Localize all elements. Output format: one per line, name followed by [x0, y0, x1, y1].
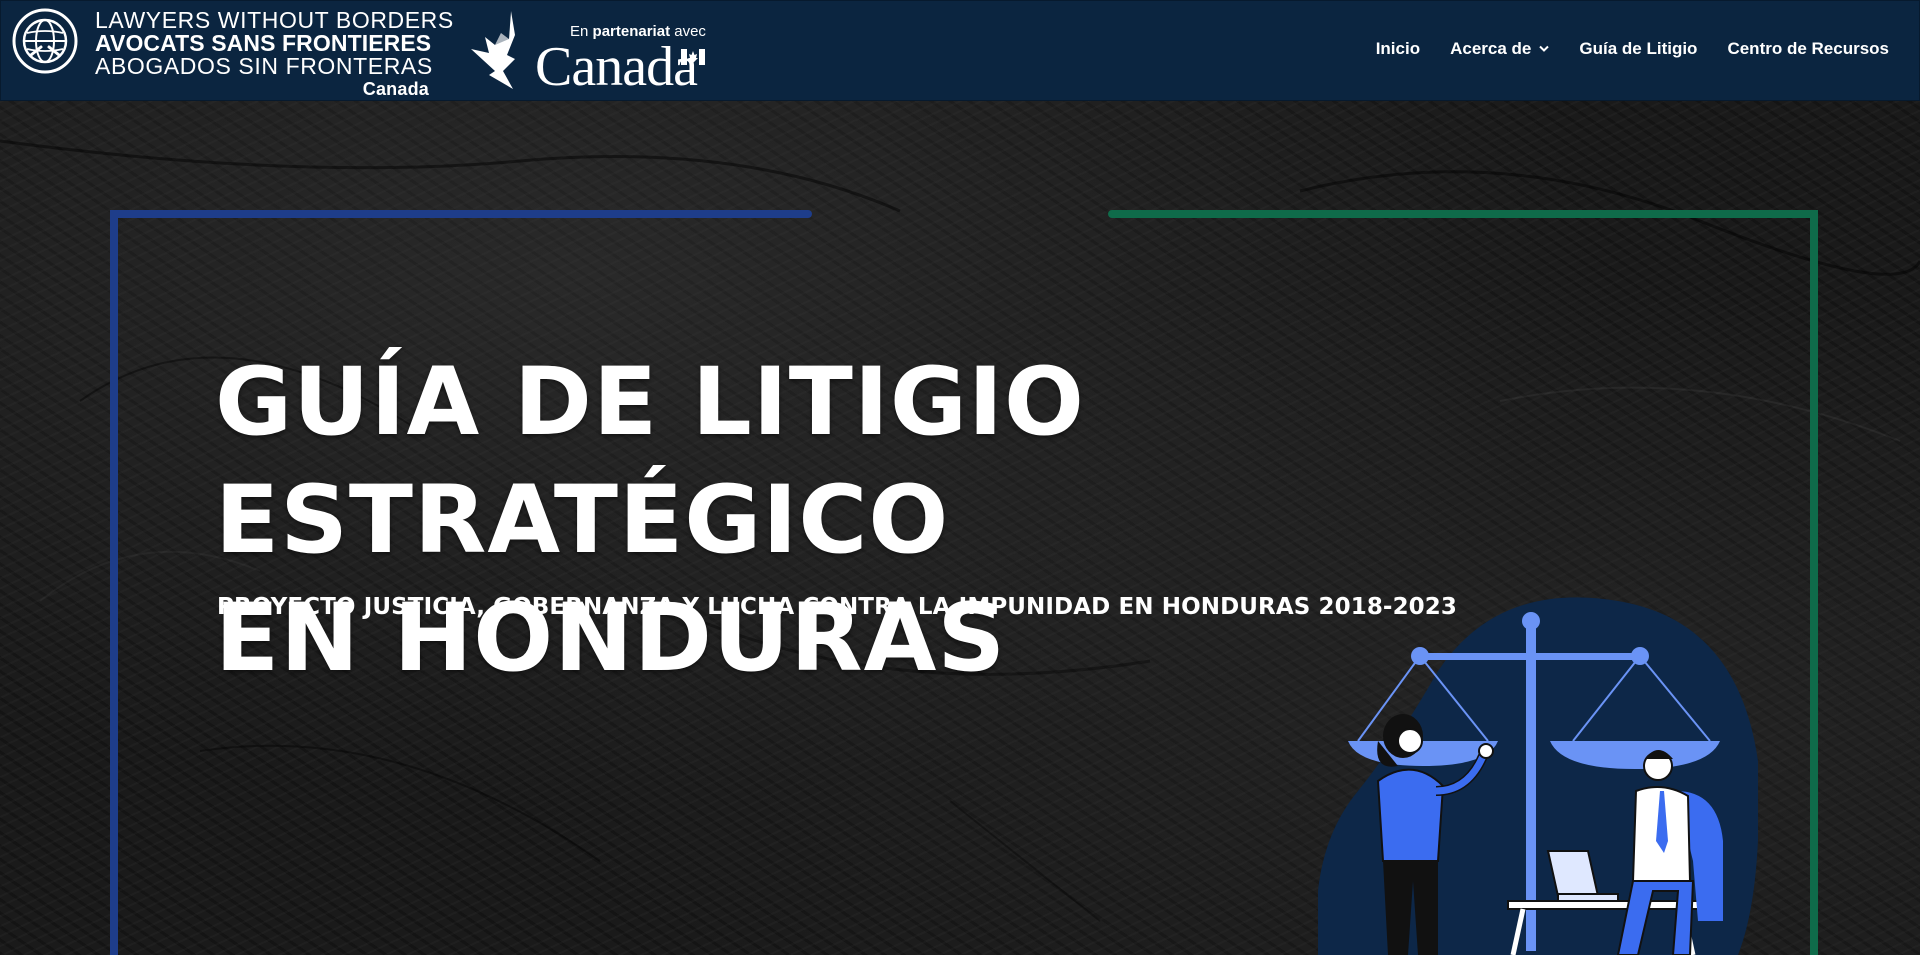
decor-frame-green-right: [1810, 210, 1818, 955]
page-subtitle: PROYECTO JUSTICIA, GOBERNANZA Y LUCHA CO…: [217, 594, 1457, 620]
hero-section: GUÍA DE LITIGIO ESTRATÉGICO EN HONDURAS …: [0, 101, 1920, 955]
brand-country: Canada: [362, 79, 429, 99]
canada-wordmark: Canada: [535, 36, 698, 98]
main-nav: Inicio Acerca de Guía de Litigio Centro …: [1346, 39, 1889, 59]
nav-label: Centro de Recursos: [1727, 39, 1889, 58]
canada-wordmark-last: a: [673, 36, 698, 98]
nav-item-acerca-de[interactable]: Acerca de: [1450, 39, 1550, 59]
page-title-line1: GUÍA DE LITIGIO ESTRATÉGICO: [215, 348, 1085, 575]
decor-frame-blue-top: [110, 210, 812, 218]
chevron-down-icon[interactable]: [1539, 45, 1550, 53]
nav-label: Acerca de: [1450, 39, 1532, 58]
maple-leaf-icon: [471, 11, 515, 89]
justice-scale-illustration: [1318, 597, 1758, 955]
canada-wordmark-text: Canad: [535, 36, 674, 98]
decor-frame-blue-left: [110, 210, 118, 955]
globe-hands-logo-icon[interactable]: [11, 7, 79, 75]
nav-label: Inicio: [1375, 39, 1421, 58]
nav-label: Guía de Litigio: [1579, 39, 1698, 58]
brand-line-spanish: ABOGADOS SIN FRONTERAS: [95, 53, 433, 79]
nav-item-centro-de-recursos[interactable]: Centro de Recursos: [1727, 39, 1889, 59]
site-header: LAWYERS WITHOUT BORDERS AVOCATS SANS FRO…: [0, 0, 1920, 101]
decor-frame-green-top: [1108, 210, 1818, 218]
brand-wordmark[interactable]: LAWYERS WITHOUT BORDERS AVOCATS SANS FRO…: [95, 7, 454, 99]
canada-flag-icon: [681, 49, 705, 65]
brand-line-french: AVOCATS SANS FRONTIERES: [95, 30, 432, 56]
nav-item-inicio[interactable]: Inicio: [1376, 39, 1420, 59]
nav-item-guia-de-litigio[interactable]: Guía de Litigio: [1579, 39, 1697, 59]
brand-line-english: LAWYERS WITHOUT BORDERS: [95, 7, 454, 33]
